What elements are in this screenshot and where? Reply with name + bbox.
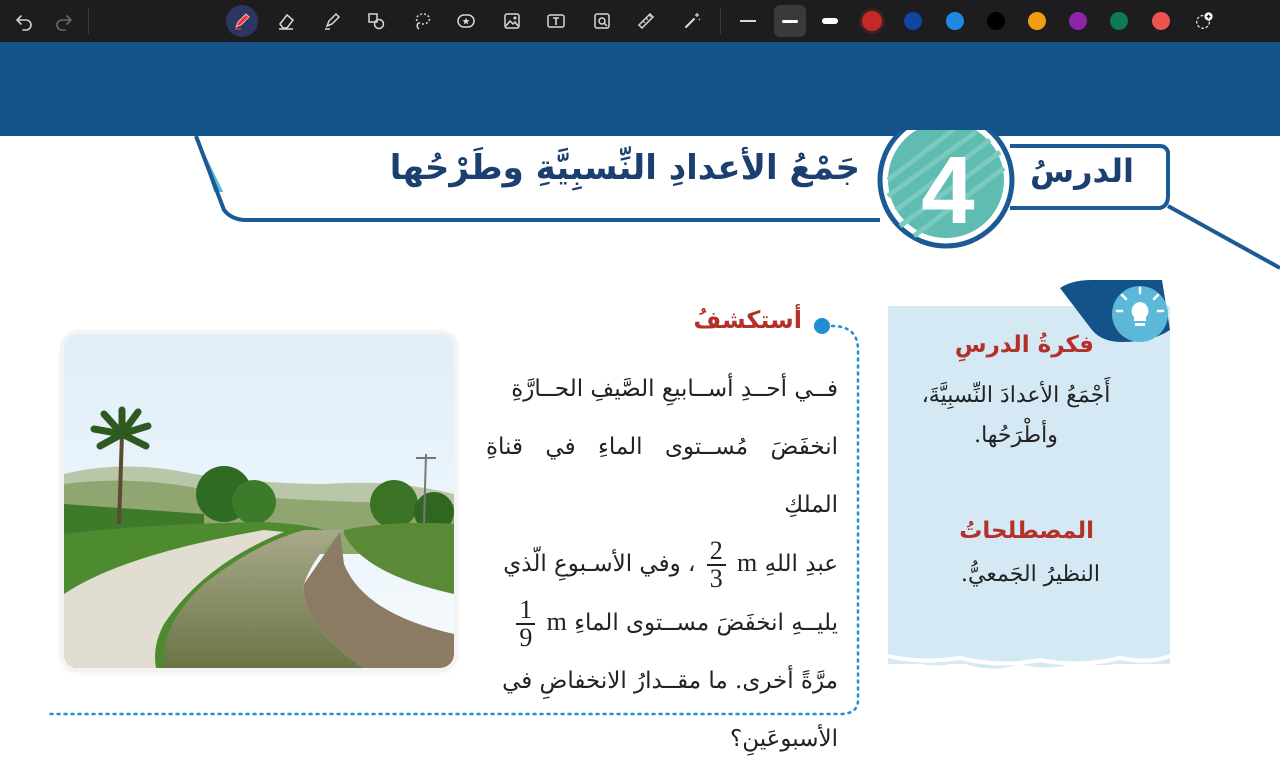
lesson-label: الدرسُ (1029, 152, 1135, 190)
unit-meter: m (737, 548, 758, 577)
redo-icon (56, 15, 73, 31)
highlighter-tool-button[interactable] (316, 5, 348, 37)
highlighter-icon (325, 12, 341, 30)
image-search-tool-button[interactable] (586, 5, 618, 37)
lasso-tool-button[interactable] (406, 5, 438, 37)
color-swatch-purple[interactable] (1069, 12, 1087, 30)
stroke-thick-button[interactable] (814, 5, 846, 37)
image-tool-button[interactable] (496, 5, 528, 37)
sticker-icon (457, 14, 475, 28)
undo-button[interactable] (8, 5, 40, 37)
fraction-denominator: 9 (519, 623, 533, 652)
image-icon (504, 13, 520, 29)
sticker-tool-button[interactable] (450, 5, 482, 37)
magic-wand-tool-button[interactable] (676, 5, 708, 37)
problem-text: ، وفي الأسـبوعِ الّذي (503, 551, 696, 577)
lesson-idea-text: أَجْمَعُ الأعدادَ النِّسبِيَّةَ، وأطْرَح… (921, 383, 1111, 448)
lesson-number: 4 (921, 137, 975, 244)
lesson-title: جَمْعُ الأعدادِ النِّسبِيَّةِ وطَرْحُها (389, 148, 860, 188)
problem-line: فــي أحــدِ أســابيعِ الصَّيفِ الحــارَّ… (511, 376, 838, 402)
text-tool-button[interactable] (540, 5, 572, 37)
lesson-idea-card (888, 306, 1170, 664)
annotation-toolbar (0, 0, 1280, 43)
card-torn-edge (887, 648, 1171, 669)
fraction-denominator: 3 (709, 564, 723, 593)
terms-text: النظيرُ الجَمعيُّ. (961, 562, 1100, 587)
pen-tool-button[interactable] (226, 5, 258, 37)
problem-line: الأسبوعَينِ؟ (730, 726, 838, 752)
color-swatch-coral[interactable] (1152, 12, 1170, 30)
problem-line: انخفَضَ مُســتوى الماءِ في قناةِ الملكِ (486, 434, 838, 518)
eraser-icon (279, 13, 295, 30)
unit-meter: m (546, 607, 567, 636)
color-swatch-black[interactable] (987, 12, 1005, 30)
undo-icon (15, 15, 32, 31)
stroke-medium-button[interactable] (774, 5, 806, 37)
explore-heading: أستكشفُ (693, 306, 802, 334)
redo-button[interactable] (48, 5, 80, 37)
lasso-icon (415, 13, 431, 30)
shapes-icon (368, 13, 385, 30)
problem-text: عبدِ اللهِ (764, 551, 838, 577)
ruler-tool-button[interactable] (630, 5, 662, 37)
color-swatch-orange[interactable] (1028, 12, 1046, 30)
text-icon (547, 14, 565, 28)
stroke-thin-icon (740, 20, 756, 22)
canal-landscape-photo (64, 334, 454, 668)
problem-line: عبدِ اللهِ m 23 ، وفي الأسـبوعِ الّذي (486, 534, 838, 593)
lesson-idea-heading: فكرةُ الدرسِ (954, 332, 1094, 358)
toolbar-divider (88, 8, 89, 34)
fraction-two-thirds: 23 (706, 538, 726, 593)
magic-wand-icon (685, 13, 701, 28)
ruler-icon (637, 12, 655, 30)
eraser-tool-button[interactable] (270, 5, 302, 37)
pen-icon (235, 13, 250, 30)
fraction-numerator: 2 (706, 538, 726, 566)
color-swatch-navy[interactable] (904, 12, 922, 30)
color-swatch-green[interactable] (1110, 12, 1128, 30)
problem-text: يليــهِ انخفَضَ مســتوى الماءِ (574, 610, 838, 636)
toolbar-divider (720, 8, 721, 34)
fraction-numerator: 1 (516, 597, 536, 625)
canal-photo (64, 334, 454, 668)
add-color-icon (1196, 12, 1213, 29)
stroke-thick-icon (822, 18, 838, 24)
color-swatch-red-selected[interactable] (859, 8, 885, 34)
image-search-icon (594, 13, 610, 29)
color-swatch-blue[interactable] (946, 12, 964, 30)
problem-line: يليــهِ انخفَضَ مســتوى الماءِ m 19 (486, 593, 838, 652)
stroke-medium-icon (782, 19, 798, 23)
explore-problem-text: فــي أحــدِ أســابيعِ الصَّيفِ الحــارَّ… (486, 360, 838, 768)
shapes-tool-button[interactable] (360, 5, 392, 37)
terms-heading: المصطلحاتُ (959, 518, 1094, 544)
problem-line: مرَّةً أخرى. ما مقــدارُ الانخفاضِ في (502, 668, 838, 694)
fraction-one-ninth: 19 (516, 597, 536, 652)
add-color-button[interactable] (1188, 5, 1220, 37)
stroke-thin-button[interactable] (732, 5, 764, 37)
